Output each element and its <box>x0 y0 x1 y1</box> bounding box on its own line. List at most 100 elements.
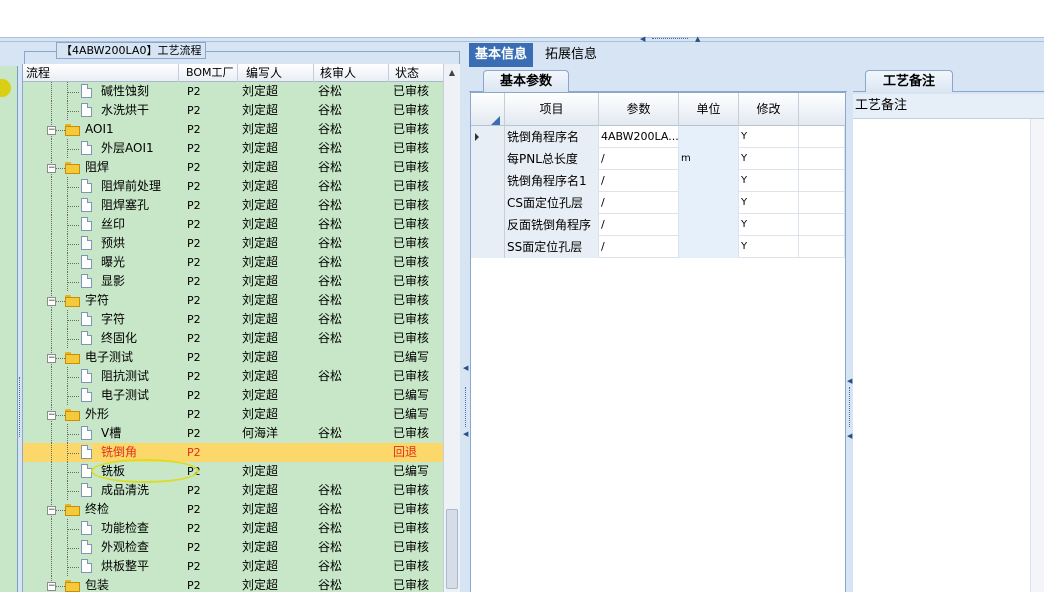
column-header-writer[interactable]: 编写人 <box>238 64 314 82</box>
tree-row[interactable]: 外层AOI1 P2 刘定超 谷松 已审核 <box>23 139 443 158</box>
param-item[interactable]: 铣倒角程序名1 <box>505 170 599 192</box>
tree-row[interactable]: 水洗烘干 P2 刘定超 谷松 已审核 <box>23 101 443 120</box>
tree-row[interactable]: − 阻焊 P2 刘定超 谷松 已审核 <box>23 158 443 177</box>
tree-row[interactable]: 阻抗测试 P2 刘定超 谷松 已审核 <box>23 367 443 386</box>
select-all-icon[interactable] <box>491 116 500 125</box>
param-item[interactable]: 反面铣倒角程序 <box>505 214 599 236</box>
tree-row[interactable]: 外观检查 P2 刘定超 谷松 已审核 <box>23 538 443 557</box>
param-value[interactable]: / <box>599 192 679 214</box>
column-header-bom[interactable]: BOM工厂 <box>183 64 238 82</box>
param-modify[interactable]: Y <box>739 148 799 170</box>
param-item[interactable]: SS面定位孔层 <box>505 236 599 258</box>
param-value[interactable]: / <box>599 236 679 258</box>
param-modify[interactable]: Y <box>739 126 799 148</box>
splitter-grip[interactable] <box>849 387 850 427</box>
tree-scrollbar[interactable]: ▲ <box>443 64 460 592</box>
tree-row[interactable]: 功能检查 P2 刘定超 谷松 已审核 <box>23 519 443 538</box>
param-modify[interactable]: Y <box>739 214 799 236</box>
notes-scrollbar[interactable] <box>1030 119 1044 592</box>
params-grid[interactable]: 项目 参数 单位 修改 铣倒角程序名 4ABW200LA... Y 每PNL总长度 / m… <box>470 92 846 592</box>
scroll-thumb[interactable] <box>446 509 458 589</box>
row-header[interactable] <box>471 126 505 148</box>
grid-row[interactable]: SS面定位孔层 / Y <box>471 236 845 258</box>
tree-row[interactable]: 丝印 P2 刘定超 谷松 已审核 <box>23 215 443 234</box>
splitter-right-arrow-icon[interactable]: ◀ <box>463 430 468 438</box>
param-unit[interactable] <box>679 236 739 258</box>
grid-header-unit[interactable]: 单位 <box>679 93 739 126</box>
tree-row[interactable]: 电子测试 P2 刘定超 已编写 <box>23 386 443 405</box>
grid-row[interactable]: 反面铣倒角程序 / Y <box>471 214 845 236</box>
row-header[interactable] <box>471 170 505 192</box>
param-modify[interactable]: Y <box>739 236 799 258</box>
tree-row[interactable]: − 电子测试 P2 刘定超 已编写 <box>23 348 443 367</box>
grid-header-item[interactable]: 项目 <box>505 93 599 126</box>
collapse-icon[interactable]: − <box>47 126 56 135</box>
param-value[interactable]: 4ABW200LA... <box>599 126 679 148</box>
param-unit[interactable] <box>679 214 739 236</box>
tree-row[interactable]: − 终检 P2 刘定超 谷松 已审核 <box>23 500 443 519</box>
tree-row[interactable]: 成品清洗 P2 刘定超 谷松 已审核 <box>23 481 443 500</box>
tree-row[interactable]: 阻焊塞孔 P2 刘定超 谷松 已审核 <box>23 196 443 215</box>
grid-row[interactable]: 每PNL总长度 / m Y <box>471 148 845 170</box>
splitter-left-arrow-icon[interactable]: ◀ <box>847 377 852 385</box>
scroll-up-icon[interactable]: ▲ <box>444 64 460 82</box>
column-header-status[interactable]: 状态 <box>389 64 443 82</box>
row-header[interactable] <box>471 236 505 258</box>
tab-extended-info[interactable]: 拓展信息 <box>539 43 603 67</box>
tree-row[interactable]: 烘板整平 P2 刘定超 谷松 已审核 <box>23 557 443 576</box>
param-unit[interactable] <box>679 192 739 214</box>
tree-row[interactable]: − 包装 P2 刘定超 谷松 已审核 <box>23 576 443 592</box>
tree-row[interactable]: 终固化 P2 刘定超 谷松 已审核 <box>23 329 443 348</box>
collapse-icon[interactable]: − <box>47 164 56 173</box>
param-item[interactable]: 铣倒角程序名 <box>505 126 599 148</box>
param-value[interactable]: / <box>599 170 679 192</box>
param-modify[interactable]: Y <box>739 170 799 192</box>
tree-row[interactable]: − 外形 P2 刘定超 已编写 <box>23 405 443 424</box>
row-header[interactable] <box>471 148 505 170</box>
param-unit[interactable]: m <box>679 148 739 170</box>
row-header[interactable] <box>471 192 505 214</box>
param-value[interactable]: / <box>599 148 679 170</box>
param-modify[interactable]: Y <box>739 192 799 214</box>
tab-process-notes[interactable]: 工艺备注 <box>865 70 953 92</box>
tree-row[interactable]: 预烘 P2 刘定超 谷松 已审核 <box>23 234 443 253</box>
column-header-process[interactable]: 流程 <box>23 64 179 82</box>
splitter-grip[interactable] <box>652 38 688 41</box>
tab-basic-params[interactable]: 基本参数 <box>483 70 569 92</box>
process-tree-table[interactable]: 流程 BOM工厂 编写人 核审人 状态 碱性蚀刻 P2 刘定超 谷松 已审核 水洗烘干 P2… <box>22 64 443 592</box>
tree-row[interactable]: − AOI1 P2 刘定超 谷松 已审核 <box>23 120 443 139</box>
tree-row[interactable]: 字符 P2 刘定超 谷松 已审核 <box>23 310 443 329</box>
collapse-icon[interactable]: − <box>47 411 56 420</box>
grid-header-modify[interactable]: 修改 <box>739 93 799 126</box>
collapse-icon[interactable]: − <box>47 506 56 515</box>
tree-row[interactable]: 碱性蚀刻 P2 刘定超 谷松 已审核 <box>23 82 443 101</box>
collapse-icon[interactable]: − <box>47 297 56 306</box>
tab-basic-info[interactable]: 基本信息 <box>469 43 534 67</box>
param-item[interactable]: CS面定位孔层 <box>505 192 599 214</box>
param-value[interactable]: / <box>599 214 679 236</box>
grid-row[interactable]: 铣倒角程序名 4ABW200LA... Y <box>471 126 845 148</box>
tree-row[interactable]: 曝光 P2 刘定超 谷松 已审核 <box>23 253 443 272</box>
tree-row[interactable]: V槽 P2 何海洋 谷松 已审核 <box>23 424 443 443</box>
splitter-right-arrow-icon[interactable]: ◀ <box>847 432 852 440</box>
collapse-icon[interactable]: − <box>47 354 56 363</box>
tree-row[interactable]: 铣板 P2 刘定超 已编写 <box>23 462 443 481</box>
tree-row[interactable]: 阻焊前处理 P2 刘定超 谷松 已审核 <box>23 177 443 196</box>
tree-row[interactable]: 铣倒角 P2 回退 <box>23 443 443 462</box>
splitter-left-arrow-icon[interactable]: ◀ <box>463 364 468 372</box>
tree-row[interactable]: − 字符 P2 刘定超 谷松 已审核 <box>23 291 443 310</box>
row-header[interactable] <box>471 214 505 236</box>
column-header-reviewer[interactable]: 核审人 <box>314 64 389 82</box>
param-item[interactable]: 每PNL总长度 <box>505 148 599 170</box>
notes-textarea[interactable] <box>853 118 1044 592</box>
process-name: 外形 <box>85 407 110 421</box>
grid-row[interactable]: 铣倒角程序名1/ Y <box>471 170 845 192</box>
grid-row[interactable]: CS面定位孔层 / Y <box>471 192 845 214</box>
param-unit[interactable] <box>679 126 739 148</box>
splitter-grip[interactable] <box>465 387 466 427</box>
param-unit[interactable] <box>679 170 739 192</box>
vertical-splitter[interactable]: ◀ ◀ <box>462 42 469 592</box>
tree-row[interactable]: 显影 P2 刘定超 谷松 已审核 <box>23 272 443 291</box>
grid-header-param[interactable]: 参数 <box>599 93 679 126</box>
collapse-icon[interactable]: − <box>47 582 56 591</box>
